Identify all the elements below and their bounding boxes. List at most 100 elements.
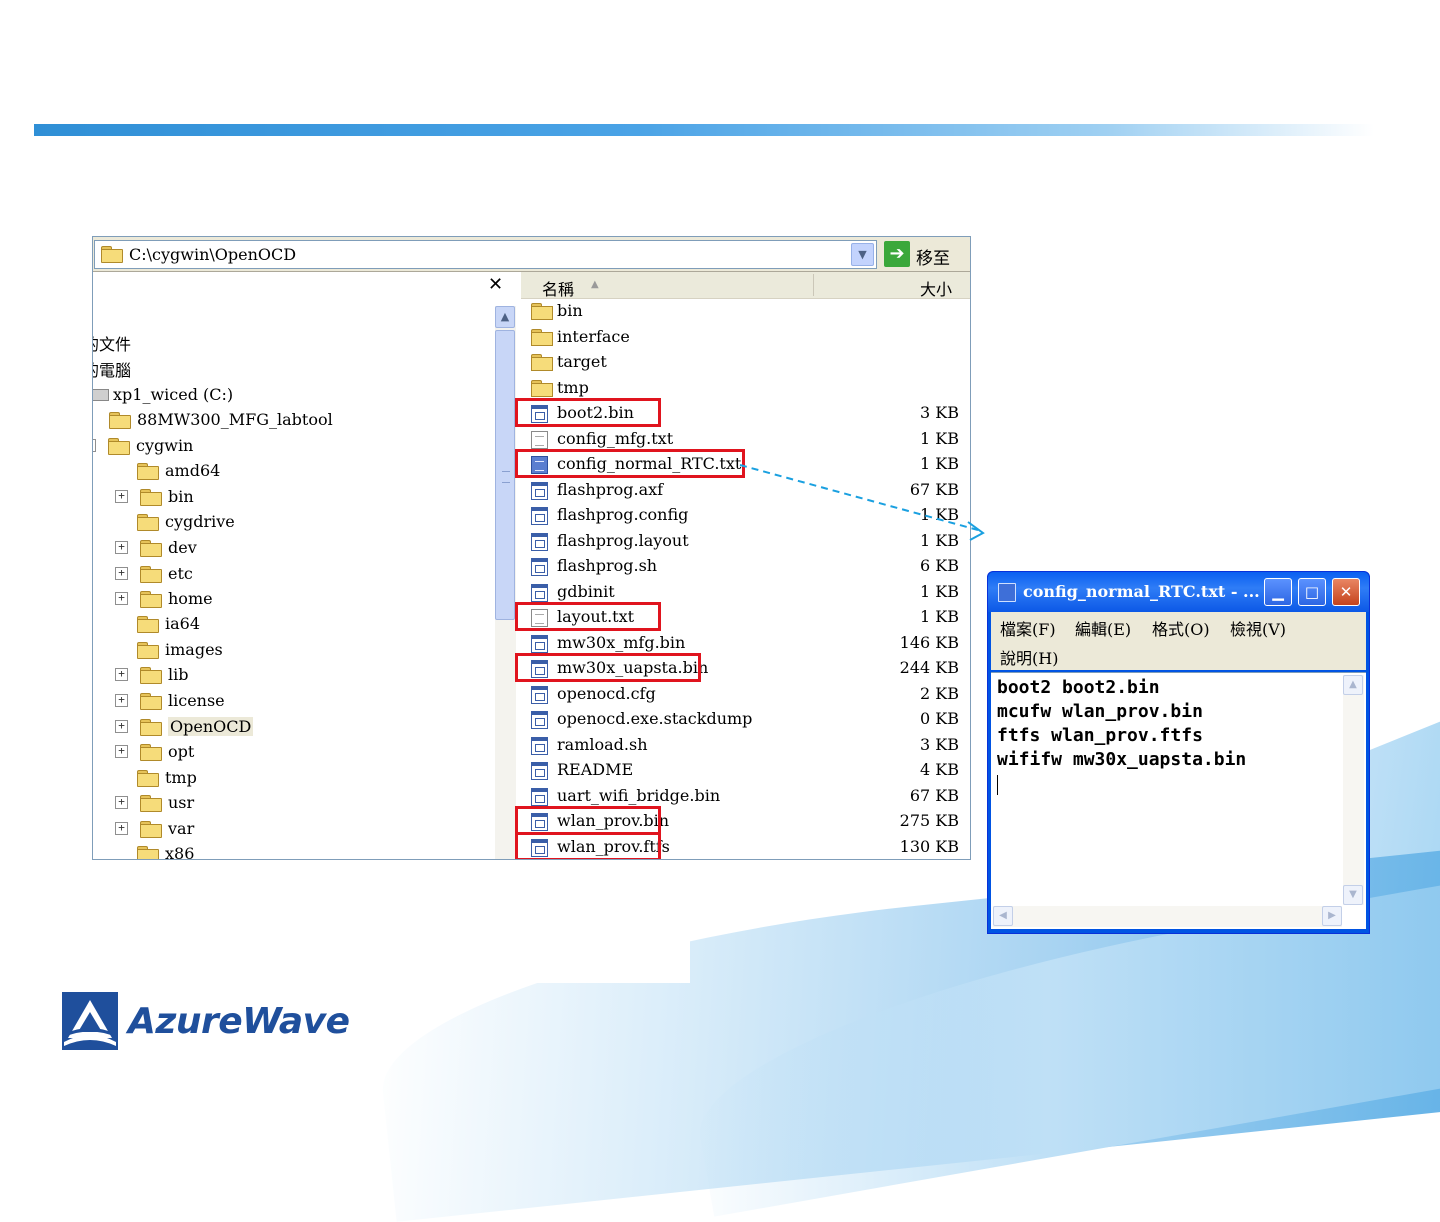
scroll-left-icon[interactable]: ◀ — [993, 906, 1013, 926]
file-name: mw30x_mfg.bin — [557, 632, 686, 652]
tree-item-cygwin[interactable]: − cygwin — [93, 433, 193, 458]
expand-icon[interactable]: + — [115, 796, 128, 809]
menu-format[interactable]: 格式(O) — [1152, 616, 1210, 640]
file-name: ramload.sh — [557, 734, 648, 754]
file-name: interface — [557, 326, 630, 346]
tree-item-label: etc — [168, 564, 193, 583]
tree-item-label: dev — [168, 538, 197, 557]
tree-item--[interactable]: 的文件 — [93, 330, 131, 355]
expand-icon[interactable]: + — [115, 668, 128, 681]
folder-icon — [137, 845, 159, 859]
binary-file-icon — [531, 736, 548, 755]
chevron-down-icon[interactable]: ▼ — [851, 243, 874, 266]
notepad-icon — [998, 583, 1016, 602]
notepad-horizontal-scrollbar[interactable]: ◀ ▶ — [993, 906, 1342, 927]
highlight-box — [515, 449, 745, 478]
folder-icon — [140, 820, 162, 838]
file-name: flashprog.config — [557, 505, 689, 524]
file-row[interactable]: openocd.cfg 2 KB — [529, 682, 959, 707]
minimize-button[interactable]: ▁ — [1264, 578, 1292, 606]
folder-icon — [137, 462, 159, 480]
tree-item-dev[interactable]: + dev — [115, 535, 197, 560]
file-row[interactable]: target — [529, 350, 959, 375]
expand-icon[interactable]: + — [115, 745, 128, 758]
tree-item-cygdrive[interactable]: cygdrive — [137, 509, 235, 534]
file-row[interactable]: flashprog.axf 67 KB — [529, 478, 959, 503]
expand-icon[interactable]: + — [115, 541, 128, 554]
logo-wordmark: AzureWave — [128, 1000, 350, 1042]
menu-file[interactable]: 檔案(F) — [1000, 616, 1056, 640]
folder-icon — [140, 666, 162, 684]
tree-item-etc[interactable]: + etc — [115, 561, 193, 586]
notepad-window: config_normal_RTC.txt - ... ▁ □ ✕ 檔案(F) … — [987, 571, 1370, 934]
scroll-right-icon[interactable]: ▶ — [1322, 906, 1342, 926]
tree-item-images[interactable]: images — [137, 637, 223, 662]
expand-icon[interactable]: + — [115, 720, 128, 733]
tree-item-x86[interactable]: x86 — [137, 841, 194, 859]
file-row[interactable]: uart_wifi_bridge.bin 67 KB — [529, 784, 959, 809]
tree-item-opt[interactable]: + opt — [115, 739, 194, 764]
file-row[interactable]: tmp — [529, 376, 959, 401]
tree-scrollbar[interactable]: ▲ — [495, 306, 516, 859]
go-button[interactable]: ➔ 移至 — [882, 241, 962, 269]
scroll-up-icon[interactable]: ▲ — [1343, 675, 1363, 695]
tree-item-88mw300-mfg-labtool[interactable]: 88MW300_MFG_labtool — [109, 407, 333, 432]
tree-item-label: license — [168, 691, 225, 710]
scroll-down-icon[interactable]: ▼ — [1343, 885, 1363, 905]
notepad-vertical-scrollbar[interactable]: ▲ ▼ — [1343, 675, 1364, 905]
tree-item--[interactable]: 的電腦 — [93, 356, 131, 381]
tree-item-label: bin — [168, 487, 194, 506]
column-size-header[interactable]: 大小 — [920, 276, 952, 300]
tree-item-home[interactable]: + home — [115, 586, 213, 611]
drive-icon — [93, 388, 109, 401]
tree-item-tmp[interactable]: tmp — [137, 765, 197, 790]
expand-icon[interactable]: + — [115, 694, 128, 707]
highlight-box — [515, 602, 661, 631]
tree-item-ia64[interactable]: ia64 — [137, 611, 200, 636]
address-field[interactable]: C:\cygwin\OpenOCD ▼ — [94, 240, 877, 269]
file-row[interactable]: flashprog.sh 6 KB — [529, 554, 959, 579]
tree-item-license[interactable]: + license — [115, 688, 225, 713]
column-name-header[interactable]: 名稱 — [542, 276, 574, 300]
close-button[interactable]: ✕ — [1332, 578, 1360, 606]
folder-icon — [531, 303, 553, 320]
highlight-box — [515, 831, 661, 859]
close-icon[interactable]: ✕ — [488, 274, 503, 295]
scroll-thumb[interactable] — [495, 330, 515, 620]
file-row[interactable]: gdbinit 1 KB — [529, 580, 959, 605]
expand-icon[interactable]: + — [115, 490, 128, 503]
tree-item-usr[interactable]: + usr — [115, 790, 194, 815]
tree-item-openocd[interactable]: + OpenOCD — [115, 714, 254, 739]
file-row[interactable]: bin — [529, 299, 959, 324]
folder-icon — [140, 565, 162, 583]
expand-icon[interactable]: + — [115, 567, 128, 580]
tree-item-amd64[interactable]: amd64 — [137, 458, 220, 483]
tree-item-lib[interactable]: + lib — [115, 662, 188, 687]
file-size: 1 KB — [920, 530, 959, 550]
file-row[interactable]: config_mfg.txt 1 KB — [529, 427, 959, 452]
menu-view[interactable]: 檢視(V) — [1230, 616, 1286, 640]
notepad-title-bar[interactable]: config_normal_RTC.txt - ... ▁ □ ✕ — [988, 572, 1369, 612]
file-row[interactable]: flashprog.config 1 KB — [529, 503, 959, 528]
tree-item-var[interactable]: + var — [115, 816, 194, 841]
collapse-icon[interactable]: − — [93, 439, 96, 452]
text-line: mcufw wlan_prov.bin — [997, 701, 1203, 722]
tree-item-bin[interactable]: + bin — [115, 484, 194, 509]
tree-item-xp1-wiced-c-[interactable]: xp1_wiced (C:) — [93, 382, 233, 407]
folder-icon — [140, 718, 162, 736]
expand-icon[interactable]: + — [115, 822, 128, 835]
file-row[interactable]: ramload.sh 3 KB — [529, 733, 959, 758]
tree-item-label: 88MW300_MFG_labtool — [137, 410, 333, 429]
file-row[interactable]: mw30x_mfg.bin 146 KB — [529, 631, 959, 656]
file-row[interactable]: README 4 KB — [529, 758, 959, 783]
notepad-text-area[interactable]: boot2 boot2.bin mcufw wlan_prov.bin ftfs… — [991, 672, 1366, 929]
menu-help[interactable]: 說明(H) — [1000, 645, 1058, 669]
file-row[interactable]: interface — [529, 325, 959, 350]
menu-edit[interactable]: 編輯(E) — [1075, 616, 1131, 640]
scroll-up-icon[interactable]: ▲ — [495, 306, 515, 328]
expand-icon[interactable]: + — [115, 592, 128, 605]
folder-icon — [108, 437, 130, 455]
file-row[interactable]: flashprog.layout 1 KB — [529, 529, 959, 554]
maximize-button[interactable]: □ — [1298, 578, 1326, 606]
file-row[interactable]: openocd.exe.stackdump 0 KB — [529, 707, 959, 732]
